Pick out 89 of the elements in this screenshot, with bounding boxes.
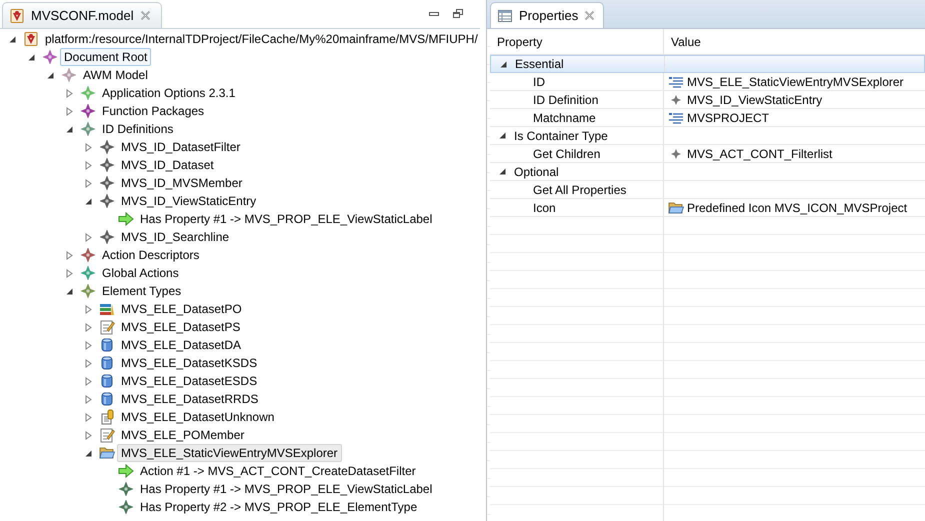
property-value[interactable]: Predefined Icon MVS_ICON_MVSProject — [687, 200, 908, 214]
tree-item[interactable]: MVS_ELE_StaticViewEntryMVSExplorer — [117, 444, 342, 462]
tree-item[interactable]: Has Property #2 -> MVS_PROP_ELE_ElementType — [136, 498, 422, 516]
tree-item[interactable]: platform:/resource/InternalTDProject/FileCache/My%20mainframe/MVS/MFIUPH/ — [41, 30, 480, 48]
tree-item[interactable]: MVS_ELE_POMember — [117, 426, 248, 444]
expand-toggle[interactable] — [84, 376, 93, 386]
properties-tab[interactable]: Properties — [490, 2, 604, 28]
tree-item[interactable]: MVS_ELE_DatasetKSDS — [117, 354, 262, 372]
property-name[interactable]: Get Children — [533, 146, 600, 160]
tree-item[interactable]: Global Actions — [98, 264, 183, 282]
tree-item[interactable]: Action #1 -> MVS_ACT_CONT_CreateDatasetFilter — [136, 462, 420, 480]
tree-item[interactable]: MVS_ID_ViewStaticEntry — [117, 192, 260, 210]
expand-toggle[interactable] — [84, 304, 93, 314]
tree-item[interactable]: Action Descriptors — [98, 246, 204, 264]
document-stack-icon — [99, 409, 115, 425]
model-file-icon — [23, 31, 39, 47]
close-icon[interactable] — [140, 10, 151, 21]
collapse-toggle[interactable] — [65, 286, 74, 296]
editor-tab[interactable]: MVSCONF.model — [2, 2, 162, 28]
collapse-toggle[interactable] — [65, 124, 74, 134]
tree-item[interactable]: MVS_ELE_DatasetDA — [117, 336, 246, 354]
tree-item[interactable]: Has Property #1 -> MVS_PROP_ELE_ViewStaticLabel — [136, 210, 436, 228]
collapse-toggle[interactable] — [499, 60, 508, 68]
tree-item[interactable]: Element Types — [98, 282, 186, 300]
arrow-icon — [118, 463, 134, 479]
expand-toggle[interactable] — [65, 106, 74, 116]
property-name[interactable]: Icon — [533, 200, 556, 214]
tree-item[interactable]: MVS_ELE_DatasetPO — [117, 300, 246, 318]
expand-toggle[interactable] — [84, 430, 93, 440]
property-name[interactable]: Get All Properties — [533, 182, 626, 196]
expand-toggle[interactable] — [65, 88, 74, 98]
expand-toggle[interactable] — [84, 178, 93, 188]
tree-item[interactable]: ID Definitions — [98, 120, 178, 138]
tree-item[interactable]: Function Packages — [98, 102, 208, 120]
column-header[interactable]: Property — [497, 34, 542, 48]
category-label[interactable]: Essential — [515, 57, 564, 71]
expand-toggle[interactable] — [84, 412, 93, 422]
property-value[interactable]: MVS_ID_ViewStaticEntry — [687, 92, 822, 106]
expand-toggle[interactable] — [84, 160, 93, 170]
expand-toggle[interactable] — [84, 322, 93, 332]
property-value[interactable]: MVSPROJECT — [687, 110, 770, 124]
collapse-toggle[interactable] — [84, 448, 93, 458]
database-icon — [99, 337, 115, 353]
expand-toggle[interactable] — [65, 268, 74, 278]
expand-toggle[interactable] — [84, 232, 93, 242]
expand-toggle[interactable] — [84, 394, 93, 404]
database-icon — [99, 373, 115, 389]
database-icon — [99, 355, 115, 371]
close-icon[interactable] — [584, 10, 596, 21]
expand-toggle[interactable] — [84, 340, 93, 350]
collapse-toggle[interactable] — [498, 131, 507, 140]
collapse-toggle[interactable] — [84, 196, 93, 206]
pencil-page-icon — [99, 427, 115, 443]
model-file-icon — [9, 8, 25, 24]
category-label[interactable]: Optional — [514, 164, 559, 178]
expand-toggle[interactable] — [65, 250, 74, 260]
tree-item[interactable]: AWM Model — [79, 66, 152, 84]
category-label[interactable]: Is Container Type — [514, 128, 608, 142]
books-icon — [99, 301, 115, 317]
collapse-toggle[interactable] — [8, 34, 17, 44]
property-name[interactable]: Matchname — [533, 110, 596, 124]
property-value[interactable]: MVS_ELE_StaticViewEntryMVSExplorer — [687, 74, 904, 88]
tree-item[interactable]: MVS_ELE_DatasetRRDS — [117, 390, 262, 408]
pencil-page-icon — [99, 319, 115, 335]
expand-toggle[interactable] — [84, 142, 93, 152]
property-name[interactable]: ID — [533, 74, 545, 88]
collapse-toggle[interactable] — [27, 52, 36, 62]
table-icon — [497, 8, 513, 24]
tree-item[interactable]: MVS_ID_Searchline — [117, 228, 234, 246]
database-icon — [99, 391, 115, 407]
tree-item[interactable]: MVS_ID_DatasetFilter — [117, 138, 244, 156]
property-value[interactable]: MVS_ACT_CONT_Filterlist — [687, 146, 832, 160]
restore-icon[interactable] — [452, 9, 464, 19]
tree-item[interactable]: MVS_ID_MVSMember — [117, 174, 246, 192]
collapse-toggle[interactable] — [46, 70, 55, 80]
tree-item[interactable]: MVS_ELE_DatasetESDS — [117, 372, 262, 390]
folder-icon — [99, 445, 115, 461]
tree-item[interactable]: MVS_ELE_DatasetUnknown — [117, 408, 278, 426]
arrow-icon — [118, 211, 134, 227]
folder-icon — [668, 200, 684, 216]
tree-item[interactable]: Application Options 2.3.1 — [98, 84, 240, 102]
tree-item[interactable]: MVS_ELE_DatasetPS — [117, 318, 244, 336]
tree-item[interactable]: Document Root — [60, 48, 152, 66]
expand-toggle[interactable] — [84, 358, 93, 368]
tree-item[interactable]: MVS_ID_Dataset — [117, 156, 218, 174]
property-name[interactable]: ID Definition — [533, 92, 598, 106]
tree-item[interactable]: Has Property #1 -> MVS_PROP_ELE_ViewStaticLabel — [136, 480, 436, 498]
collapse-toggle[interactable] — [498, 167, 507, 176]
column-header[interactable]: Value — [671, 34, 701, 48]
